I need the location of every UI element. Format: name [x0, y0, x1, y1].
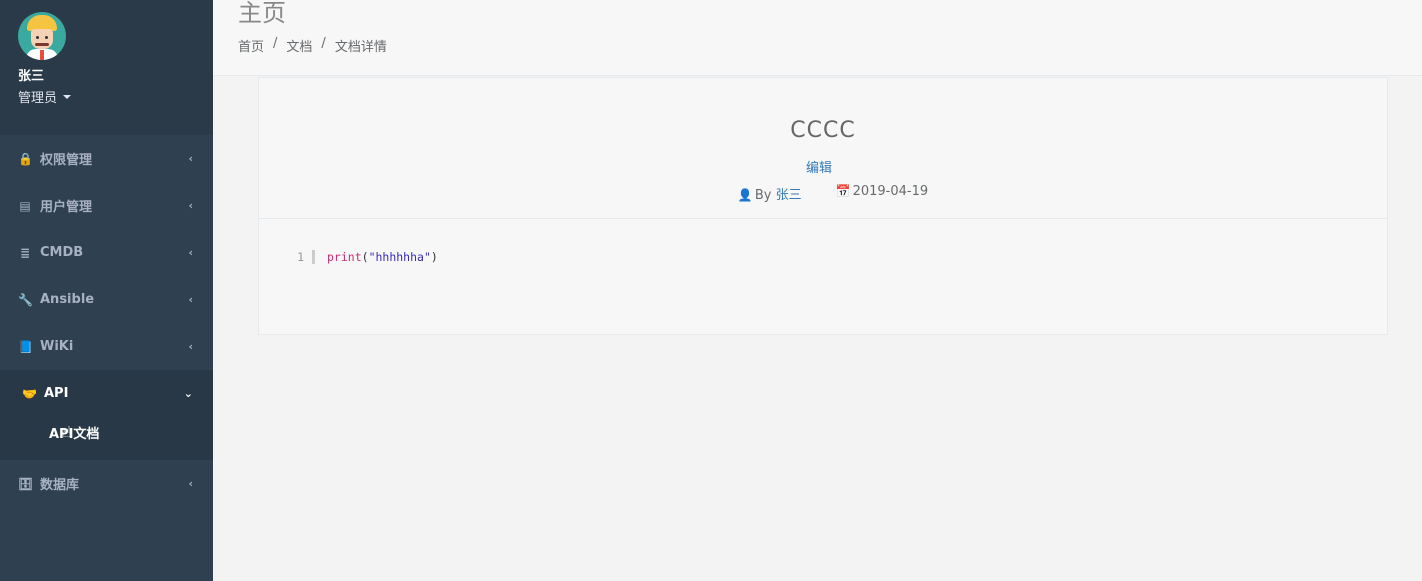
menu-item-cmdb[interactable]: ≣ CMDB ‹	[0, 229, 213, 276]
profile-role-dropdown[interactable]: 管理员	[18, 87, 213, 106]
menu-item-api[interactable]: 🤝 API ⌄	[4, 370, 213, 417]
profile-role: 管理员	[18, 91, 58, 106]
menu-label: CMDB	[40, 245, 84, 260]
avatar[interactable]	[18, 12, 66, 60]
menu-item-ansible[interactable]: 🔧 Ansible ‹	[0, 276, 213, 323]
chevron-left-icon: ‹	[188, 199, 193, 212]
chevron-down-icon: ⌄	[183, 387, 193, 400]
database-icon: 🗄	[18, 476, 34, 491]
doc-meta: 👤 By 张三 📅 2019-04-19	[279, 184, 1387, 203]
breadcrumb-docs[interactable]: 文档	[286, 36, 312, 55]
edit-link[interactable]: 编辑	[806, 157, 832, 176]
page-title: 主页	[238, 0, 286, 27]
submenu-item-api-docs[interactable]: API文档 ☝	[4, 417, 213, 460]
doc-card: CCCC 编辑 👤 By 张三 📅 2019-04-19 1 print("hhhh…	[258, 77, 1388, 335]
menu-label: WiKi	[40, 339, 74, 354]
handshake-icon: 🤝	[22, 386, 37, 401]
caret-down-icon	[63, 94, 72, 99]
menu-label: 用户管理	[40, 200, 93, 215]
author-link[interactable]: 张三	[776, 188, 802, 203]
calendar-icon: 📅	[835, 184, 851, 198]
menu-item-database[interactable]: 🗄 数据库 ‹	[0, 460, 213, 507]
chevron-left-icon: ‹	[188, 340, 193, 353]
main-content: 主页 首页 / 文档 / 文档详情 CCCC 编辑 👤 By 张三 📅 2019-0…	[213, 0, 1422, 581]
doc-header: CCCC 编辑 👤 By 张三 📅 2019-04-19	[259, 78, 1387, 219]
menu-label: 数据库	[40, 478, 80, 493]
line-number: 1	[259, 250, 315, 264]
doc-date: 📅 2019-04-19	[836, 184, 929, 203]
sidebar: 张三 管理员 🔒 权限管理 ‹ ▤ 用户管理 ‹ ≣ CMDB ‹ 🔧 Ansi…	[0, 0, 213, 581]
chevron-left-icon: ‹	[188, 293, 193, 306]
doc-author: 👤 By 张三	[738, 184, 802, 203]
chevron-left-icon: ‹	[188, 477, 193, 490]
id-card-icon: ▤	[19, 198, 31, 213]
menu-label: Ansible	[40, 292, 95, 307]
code-text: print("hhhhhha")	[327, 250, 438, 264]
lock-icon: 🔒	[18, 151, 33, 166]
profile-name: 张三	[18, 69, 45, 84]
profile-panel: 张三 管理员	[0, 0, 213, 135]
doc-title: CCCC	[790, 118, 856, 143]
chevron-left-icon: ‹	[188, 246, 193, 259]
wrench-icon: 🔧	[18, 292, 33, 307]
code-block: 1 print("hhhhhha")	[259, 219, 1387, 264]
menu-label: API	[44, 386, 69, 401]
menu-item-wiki[interactable]: 📘 WiKi ‹	[0, 323, 213, 370]
chevron-left-icon: ‹	[188, 152, 193, 165]
menu-group-api: 🤝 API ⌄ API文档 ☝	[0, 370, 213, 460]
breadcrumb-home[interactable]: 首页	[238, 36, 264, 55]
page-heading: 主页 首页 / 文档 / 文档详情	[213, 0, 1422, 76]
code-func: print	[327, 250, 362, 264]
code-paren-open: (	[361, 250, 369, 264]
book-icon: 📘	[18, 339, 33, 354]
breadcrumb: 首页 / 文档 / 文档详情	[238, 36, 387, 55]
by-label: By	[754, 188, 772, 203]
user-icon: 👤	[737, 188, 753, 202]
code-paren-close: )	[430, 250, 438, 264]
hand-cursor-icon: ☝	[62, 423, 72, 441]
breadcrumb-doc-detail: 文档详情	[334, 40, 387, 55]
menu-label: 权限管理	[40, 153, 93, 168]
menu-item-users[interactable]: ▤ 用户管理 ‹	[0, 182, 213, 229]
code-line: 1 print("hhhhhha")	[259, 250, 1387, 264]
date-value: 2019-04-19	[852, 184, 929, 199]
submenu-label: API文档	[49, 427, 100, 442]
menu-item-permissions[interactable]: 🔒 权限管理 ‹	[0, 135, 213, 182]
code-string: "hhhhhha"	[368, 250, 431, 264]
server-icon: ≣	[19, 245, 31, 260]
